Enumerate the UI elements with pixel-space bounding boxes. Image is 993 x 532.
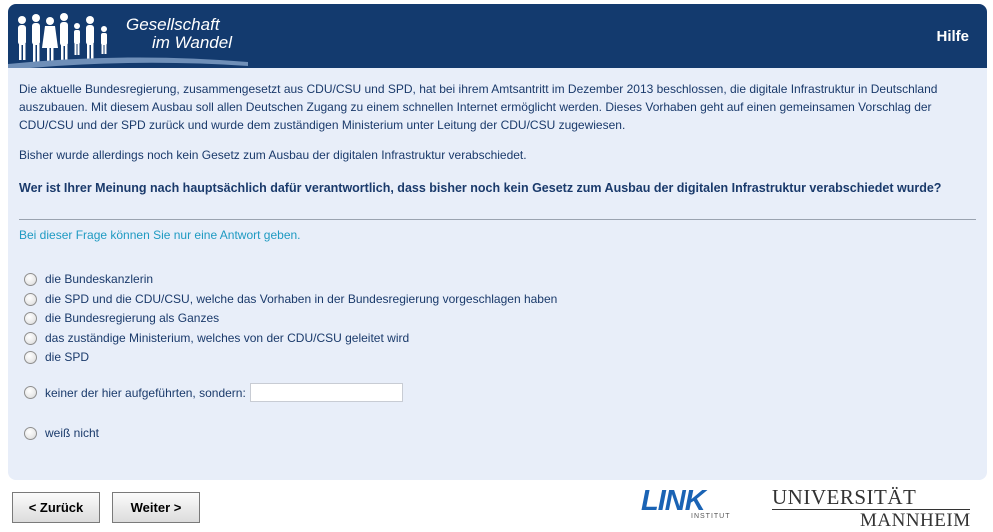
option-label: weiß nicht <box>45 426 100 440</box>
brand-line-2: im Wandel <box>152 33 232 52</box>
back-button[interactable]: < Zurück <box>12 492 100 523</box>
university-mannheim-logo: UNIVERSITÄT MANNHEIM <box>772 486 972 531</box>
option-label: die SPD und die CDU/CSU, welche das Vorh… <box>45 292 558 306</box>
option-ministerium[interactable]: das zuständige Ministerium, welches von … <box>24 331 409 345</box>
help-link[interactable]: Hilfe <box>936 28 969 45</box>
question-text: Wer ist Ihrer Meinung nach hauptsächlich… <box>19 181 942 195</box>
brand-title: Gesellschaft im Wandel <box>126 16 232 52</box>
link-logo-subtext: INSTITUT <box>691 513 731 520</box>
radio-button[interactable] <box>24 386 37 399</box>
university-logo-line-2: MANNHEIM <box>860 510 971 531</box>
radio-button[interactable] <box>24 272 37 286</box>
university-logo-line-1: UNIVERSITÄT <box>772 485 917 509</box>
link-logo-text: LINK <box>641 485 706 517</box>
intro-note: Bisher wurde allerdings noch kein Gesetz… <box>19 148 527 162</box>
radio-button[interactable] <box>24 331 37 345</box>
radio-button[interactable] <box>24 311 37 325</box>
option-keiner[interactable]: keiner der hier aufgeführten, sondern: <box>24 383 403 402</box>
next-button[interactable]: Weiter > <box>112 492 200 523</box>
radio-button[interactable] <box>24 350 37 364</box>
survey-header: Gesellschaft im Wandel Hilfe <box>8 4 987 68</box>
question-divider <box>19 219 976 220</box>
brand-line-1: Gesellschaft <box>126 15 220 34</box>
option-weiss-nicht[interactable]: weiß nicht <box>24 426 99 440</box>
option-label: keiner der hier aufgeführten, sondern: <box>45 385 246 400</box>
option-bundeskanzlerin[interactable]: die Bundeskanzlerin <box>24 272 153 286</box>
option-label: die SPD <box>45 350 90 364</box>
other-answer-input[interactable] <box>249 383 403 402</box>
option-spd[interactable]: die SPD <box>24 350 89 364</box>
option-spd-und-cdu-csu[interactable]: die SPD und die CDU/CSU, welche das Vorh… <box>24 292 557 306</box>
intro-paragraph: Die aktuelle Bundesregierung, zusammenge… <box>19 82 938 132</box>
option-label: die Bundesregierung als Ganzes <box>45 311 220 325</box>
radio-button[interactable] <box>24 292 37 306</box>
header-swoosh <box>8 57 248 68</box>
radio-button[interactable] <box>24 426 37 440</box>
option-bundesregierung[interactable]: die Bundesregierung als Ganzes <box>24 311 219 325</box>
question-panel: Die aktuelle Bundesregierung, zusammenge… <box>8 68 987 480</box>
option-label: das zuständige Ministerium, welches von … <box>45 331 410 345</box>
option-label: die Bundeskanzlerin <box>45 272 154 286</box>
answer-hint: Bei dieser Frage können Sie nur eine Ant… <box>19 228 301 242</box>
